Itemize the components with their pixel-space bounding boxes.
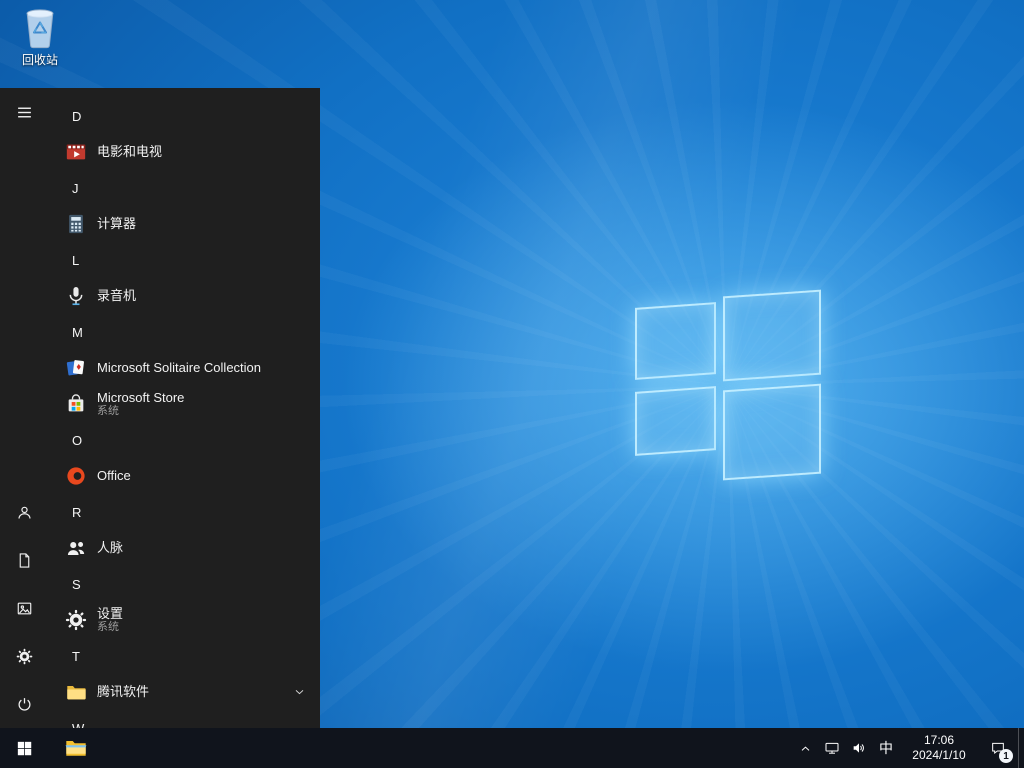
start-letter-R[interactable]: R xyxy=(48,494,320,530)
windows-logo-icon xyxy=(16,740,33,757)
notification-badge: 1 xyxy=(999,749,1013,763)
file-explorer-icon xyxy=(64,736,88,760)
rail-hamburger-button[interactable] xyxy=(0,88,48,136)
start-app-item[interactable]: 设置 系统 xyxy=(48,602,320,638)
start-app-item[interactable]: 电影和电视 xyxy=(48,134,320,170)
start-app-text: 录音机 xyxy=(97,287,137,303)
start-app-text: Microsoft Solitaire Collection xyxy=(97,359,262,375)
chevron-down-icon xyxy=(293,686,306,699)
start-menu: D 电影和电视 J 计算器 L 录音机 M Microsoft Solitaire Colle… xyxy=(0,88,320,728)
pictures-icon xyxy=(16,600,33,617)
clock-date: 2024/1/10 xyxy=(912,748,966,762)
windows-wallpaper-logo xyxy=(635,289,821,481)
calculator-icon xyxy=(64,212,88,236)
start-app-text: 腾讯软件 xyxy=(97,683,150,699)
document-icon xyxy=(16,552,33,569)
network-icon xyxy=(824,740,840,756)
start-letter-W[interactable]: W xyxy=(48,710,320,729)
ime-indicator[interactable]: 中 xyxy=(872,728,900,768)
file-explorer-button[interactable] xyxy=(56,728,96,768)
start-letter-M[interactable]: M xyxy=(48,314,320,350)
start-letter-J[interactable]: J xyxy=(48,170,320,206)
start-app-text: Office xyxy=(97,467,131,483)
hidden-icons-button[interactable] xyxy=(792,728,818,768)
volume-icon xyxy=(851,740,867,756)
show-desktop-button[interactable] xyxy=(1018,728,1024,768)
store-icon xyxy=(64,392,88,416)
start-app-text: 电影和电视 xyxy=(97,143,163,159)
start-app-text: 设置 系统 xyxy=(97,605,124,634)
start-app-text: 人脉 xyxy=(97,539,124,555)
recycle-bin-desktop-icon[interactable]: 回收站 xyxy=(4,6,76,68)
chevron-up-icon xyxy=(799,742,812,755)
gear-icon xyxy=(16,648,33,665)
folder-icon xyxy=(64,680,88,704)
power-icon xyxy=(16,696,33,713)
taskbar: 中 17:06 2024/1/10 1 xyxy=(0,728,1024,768)
start-app-item[interactable]: 腾讯软件 xyxy=(48,674,320,710)
clock[interactable]: 17:06 2024/1/10 xyxy=(900,728,978,768)
start-letter-O[interactable]: O xyxy=(48,422,320,458)
start-app-item[interactable]: Office xyxy=(48,458,320,494)
start-app-item[interactable]: Microsoft Store 系统 xyxy=(48,386,320,422)
network-button[interactable] xyxy=(818,728,845,768)
rail-documents-button[interactable] xyxy=(0,536,48,584)
settings-app-icon xyxy=(64,608,88,632)
user-icon xyxy=(16,504,33,521)
clock-time: 17:06 xyxy=(923,733,955,747)
start-menu-app-list: D 电影和电视 J 计算器 L 录音机 M Microsoft Solitaire Colle… xyxy=(48,88,320,728)
logo-pane xyxy=(723,383,821,481)
rail-power-button[interactable] xyxy=(0,680,48,728)
start-app-item[interactable]: 计算器 xyxy=(48,206,320,242)
rail-pictures-button[interactable] xyxy=(0,584,48,632)
start-app-item[interactable]: 人脉 xyxy=(48,530,320,566)
start-letter-D[interactable]: D xyxy=(48,98,320,134)
movies-tv-icon xyxy=(64,140,88,164)
hamburger-icon xyxy=(16,104,33,121)
start-letter-T[interactable]: T xyxy=(48,638,320,674)
logo-pane xyxy=(635,302,716,380)
rail-user-button[interactable] xyxy=(0,488,48,536)
start-app-item[interactable]: 录音机 xyxy=(48,278,320,314)
action-center-button[interactable]: 1 xyxy=(978,728,1018,768)
recycle-bin-label: 回收站 xyxy=(21,53,58,67)
system-tray: 中 17:06 2024/1/10 1 xyxy=(792,728,1024,768)
logo-pane xyxy=(635,386,716,456)
voice-recorder-icon xyxy=(64,284,88,308)
start-app-text: 计算器 xyxy=(97,215,137,231)
people-icon xyxy=(64,536,88,560)
recycle-bin-icon xyxy=(4,6,76,50)
start-app-item[interactable]: Microsoft Solitaire Collection xyxy=(48,350,320,386)
solitaire-icon xyxy=(64,356,88,380)
volume-button[interactable] xyxy=(845,728,872,768)
office-icon xyxy=(64,464,88,488)
start-letter-L[interactable]: L xyxy=(48,242,320,278)
rail-settings-button[interactable] xyxy=(0,632,48,680)
logo-pane xyxy=(723,289,821,382)
start-menu-rail xyxy=(0,88,48,728)
start-letter-S[interactable]: S xyxy=(48,566,320,602)
start-button[interactable] xyxy=(0,728,48,768)
start-app-text: Microsoft Store 系统 xyxy=(97,389,185,418)
